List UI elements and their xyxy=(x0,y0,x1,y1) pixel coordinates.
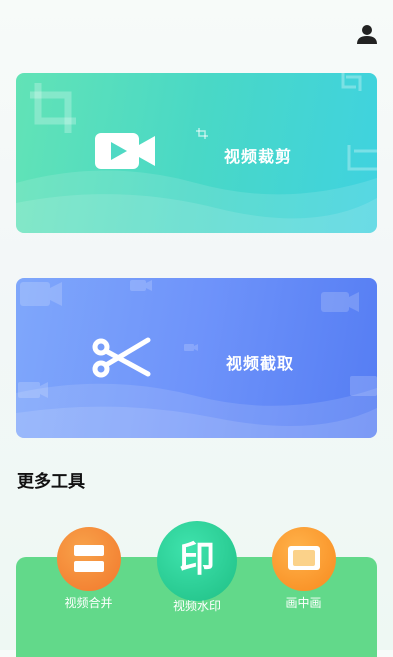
video-trim-label: 视频截取 xyxy=(226,354,295,373)
scissors-icon xyxy=(92,337,151,378)
user-icon[interactable] xyxy=(356,24,378,44)
video-trim-card[interactable]: 视频截取 xyxy=(16,278,377,438)
video-crop-card[interactable]: 视频裁剪 xyxy=(16,73,377,233)
video-merge-label: 视频合并 xyxy=(64,596,113,610)
picture-in-picture-label: 画中画 xyxy=(285,596,322,610)
picture-in-picture-icon xyxy=(271,527,336,591)
merge-icon xyxy=(56,527,121,591)
card-decoration xyxy=(16,73,377,233)
video-crop-label: 视频裁剪 xyxy=(224,147,293,166)
picture-in-picture-tool[interactable]: 画中画 xyxy=(266,527,341,611)
more-tools-title: 更多工具 xyxy=(17,472,85,492)
video-camera-icon xyxy=(95,133,155,169)
video-watermark-tool[interactable]: 印 视频水印 xyxy=(152,521,242,614)
watermark-glyph: 印 xyxy=(178,539,215,580)
video-merge-tool[interactable]: 视频合并 xyxy=(51,527,126,611)
card-decoration xyxy=(16,280,377,438)
watermark-icon: 印 xyxy=(157,521,237,601)
